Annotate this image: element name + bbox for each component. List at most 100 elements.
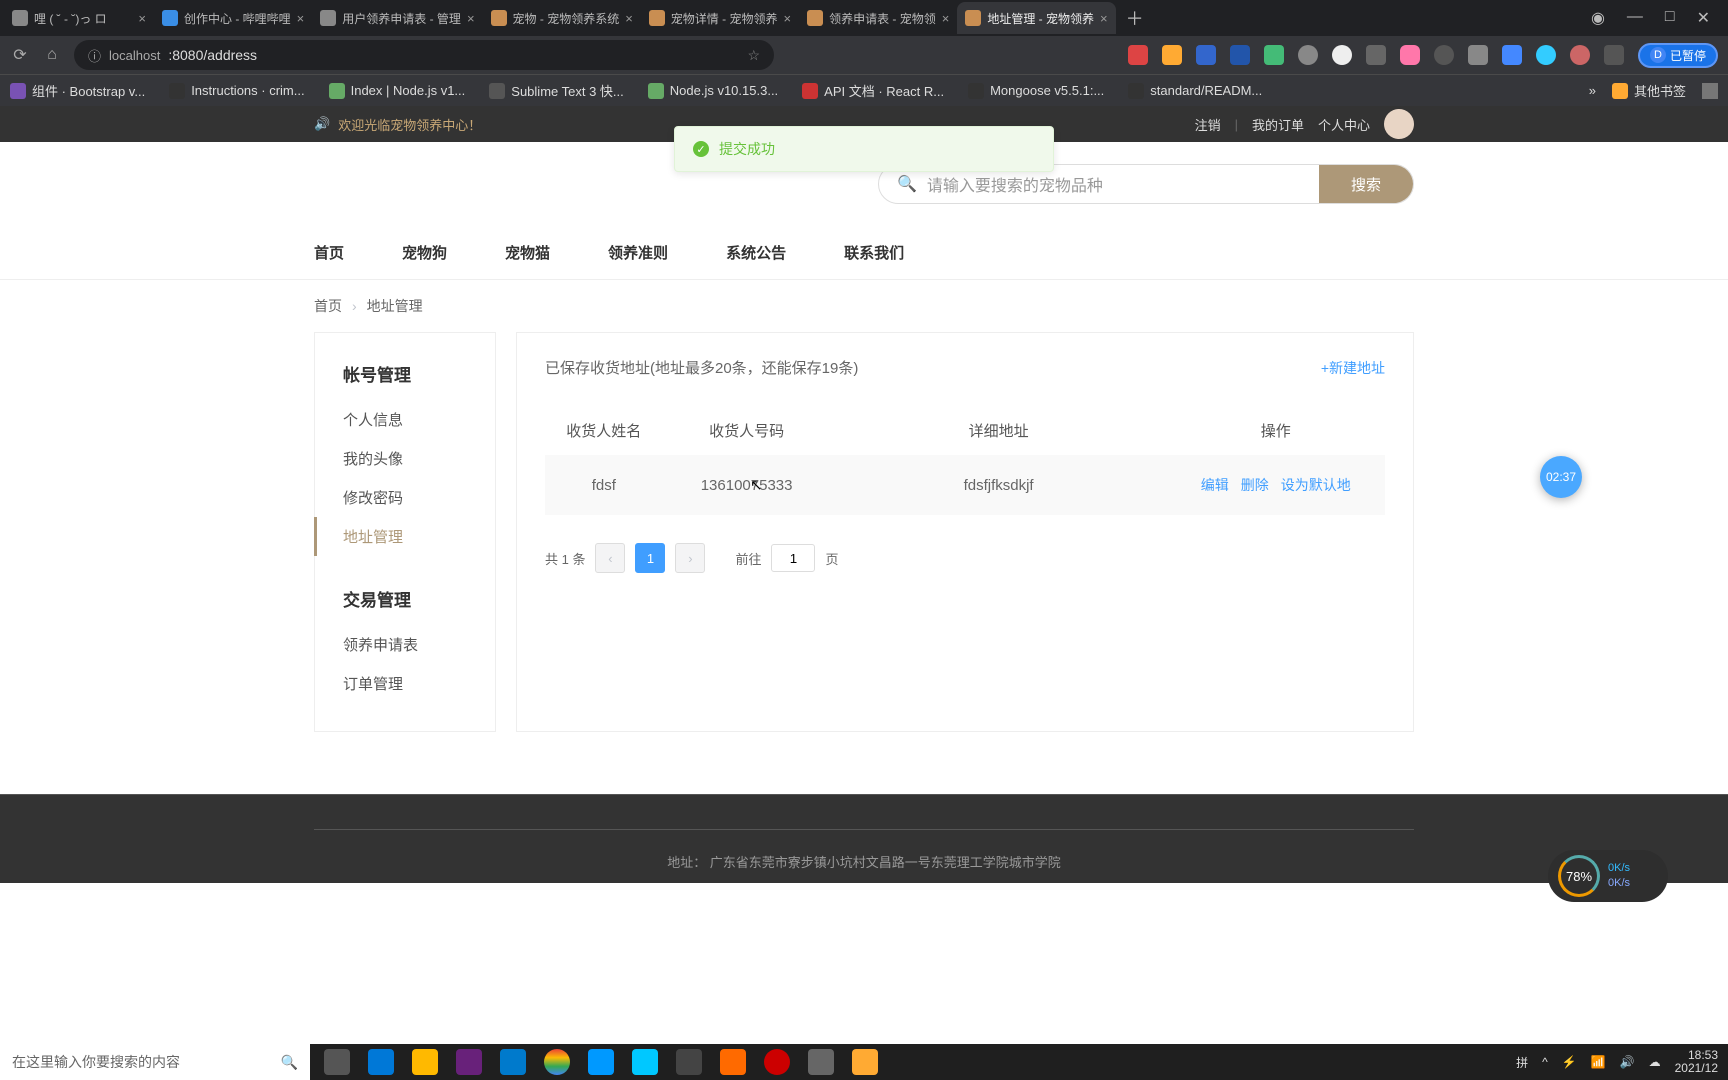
home-icon[interactable]: ⌂ [42,45,62,65]
nav-item[interactable]: 首页 [314,226,344,279]
windows-search[interactable]: 在这里输入你要搜索的内容 🔍 [0,1044,310,1080]
ext-icon-6[interactable] [1298,45,1318,65]
nav-item[interactable]: 宠物狗 [402,226,447,279]
onedrive-icon[interactable]: ☁ [1649,1055,1661,1069]
close-icon[interactable]: × [297,11,305,26]
nav-item[interactable]: 联系我们 [844,226,904,279]
vs-icon[interactable] [456,1049,482,1075]
close-icon[interactable]: × [783,11,791,26]
ext-icon-4[interactable] [1230,45,1250,65]
bookmarks-overflow-icon[interactable]: » [1589,83,1596,98]
reload-icon[interactable]: ⟳ [10,45,30,65]
ext-icon-12[interactable] [1536,45,1556,65]
ext-icon-13[interactable] [1570,45,1590,65]
sidebar-item[interactable]: 我的头像 [315,439,495,478]
shield1-icon[interactable] [588,1049,614,1075]
logout-link[interactable]: 注销 [1195,115,1221,134]
clock-date[interactable]: 2021/12 [1675,1062,1718,1075]
other-bookmarks[interactable]: 其他书签 [1612,81,1686,100]
nav-item[interactable]: 领养准则 [608,226,668,279]
browser-tab[interactable]: 创作中心 - 哔哩哔哩× [154,2,312,34]
ext-icon-10[interactable] [1434,45,1454,65]
close-window-icon[interactable]: ✕ [1697,8,1710,28]
app8-icon[interactable] [852,1049,878,1075]
bookmark-item[interactable]: standard/READM... [1128,81,1262,100]
ext-icon-9[interactable] [1400,45,1420,65]
close-icon[interactable]: × [467,11,475,26]
vue-devtools-icon[interactable] [1264,45,1284,65]
ext-icon-3[interactable] [1196,45,1216,65]
ext-icon-7[interactable] [1332,45,1352,65]
close-icon[interactable]: × [138,11,146,26]
browser-tab[interactable]: 哩 ( ˘ - ˘)っ ロ× [4,2,154,34]
ext-icon-8[interactable] [1366,45,1386,65]
tray-chevron-icon[interactable]: ^ [1542,1055,1548,1069]
close-icon[interactable]: × [1100,11,1108,26]
close-icon[interactable]: × [625,11,633,26]
extensions-puzzle-icon[interactable] [1604,45,1624,65]
delete-link[interactable]: 删除 [1241,475,1269,495]
nav-item[interactable]: 宠物猫 [505,226,550,279]
edit-link[interactable]: 编辑 [1201,475,1229,495]
bookmark-item[interactable]: API 文档 · React R... [802,81,944,100]
page-prev-button[interactable]: ‹ [595,543,625,573]
task-view-icon[interactable] [324,1049,350,1075]
bookmark-item[interactable]: Index | Node.js v1... [329,81,466,100]
netease-icon[interactable] [764,1049,790,1075]
new-tab-button[interactable]: ＋ [1116,5,1154,31]
browser-tab[interactable]: 地址管理 - 宠物领养× [957,2,1115,34]
nav-item[interactable]: 系统公告 [726,226,786,279]
my-orders-link[interactable]: 我的订单 [1252,115,1304,134]
ext-icon-1[interactable] [1128,45,1148,65]
vscode-icon[interactable] [500,1049,526,1075]
edge-icon[interactable] [368,1049,394,1075]
ext-icon-11[interactable] [1502,45,1522,65]
bookmark-item[interactable]: 组件 · Bootstrap v... [10,81,145,100]
sidebar-item[interactable]: 个人信息 [315,400,495,439]
record-icon[interactable]: ◉ [1591,8,1605,28]
debug-pause-button[interactable]: D已暂停 [1638,43,1718,68]
sidebar-item[interactable]: 订单管理 [315,664,495,703]
ext-icon-2[interactable] [1162,45,1182,65]
bookmark-item[interactable]: Sublime Text 3 快... [489,81,623,100]
bookmark-item[interactable]: Instructions · crim... [169,81,304,100]
maximize-icon[interactable]: □ [1665,8,1675,28]
browser-tab[interactable]: 用户领养申请表 - 管理× [312,2,482,34]
new-address-button[interactable]: +新建地址 [1321,358,1385,378]
breadcrumb-home[interactable]: 首页 [314,296,342,316]
browser-tab[interactable]: 宠物 - 宠物领养系统× [483,2,641,34]
other-bookmarks-label: 其他书签 [1634,81,1686,100]
speed-widget[interactable]: 78% 0K/s 0K/s [1548,850,1668,902]
search-button[interactable]: 搜索 [1319,165,1413,203]
url-input[interactable]: ⓘ localhost:8080/address ☆ [74,40,774,70]
app5-icon[interactable] [720,1049,746,1075]
page-next-button[interactable]: › [675,543,705,573]
timer-badge[interactable]: 02:37 [1540,456,1582,498]
sidebar-item[interactable]: 领养申请表 [315,625,495,664]
jump-input[interactable] [771,544,815,572]
browser-tab[interactable]: 领养申请表 - 宠物领× [799,2,957,34]
bookmark-item[interactable]: Mongoose v5.5.1:... [968,81,1104,100]
page-number-1[interactable]: 1 [635,543,665,573]
explorer-icon[interactable] [412,1049,438,1075]
charging-icon[interactable]: ⚡ [1562,1055,1577,1069]
bookmark-icon[interactable] [1468,45,1488,65]
ime-indicator[interactable]: 拼 [1516,1054,1528,1071]
bookmark-item[interactable]: Node.js v10.15.3... [648,81,778,100]
app7-icon[interactable] [808,1049,834,1075]
avatar[interactable] [1384,109,1414,139]
star-icon[interactable]: ☆ [747,47,760,64]
sidebar-item[interactable]: 修改密码 [315,478,495,517]
chrome-icon[interactable] [544,1049,570,1075]
shield2-icon[interactable] [632,1049,658,1075]
profile-link[interactable]: 个人中心 [1318,115,1370,134]
sidebar-item[interactable]: 地址管理 [314,517,495,556]
browser-tab[interactable]: 宠物详情 - 宠物领养× [641,2,799,34]
close-icon[interactable]: × [942,11,950,26]
minimize-icon[interactable]: — [1627,8,1643,28]
wifi-icon[interactable]: 📶 [1591,1055,1606,1069]
app4-icon[interactable] [676,1049,702,1075]
volume-icon[interactable]: 🔊 [1620,1055,1635,1069]
set-default-link[interactable]: 设为默认地 [1281,475,1351,495]
reading-list-icon[interactable] [1702,83,1718,99]
